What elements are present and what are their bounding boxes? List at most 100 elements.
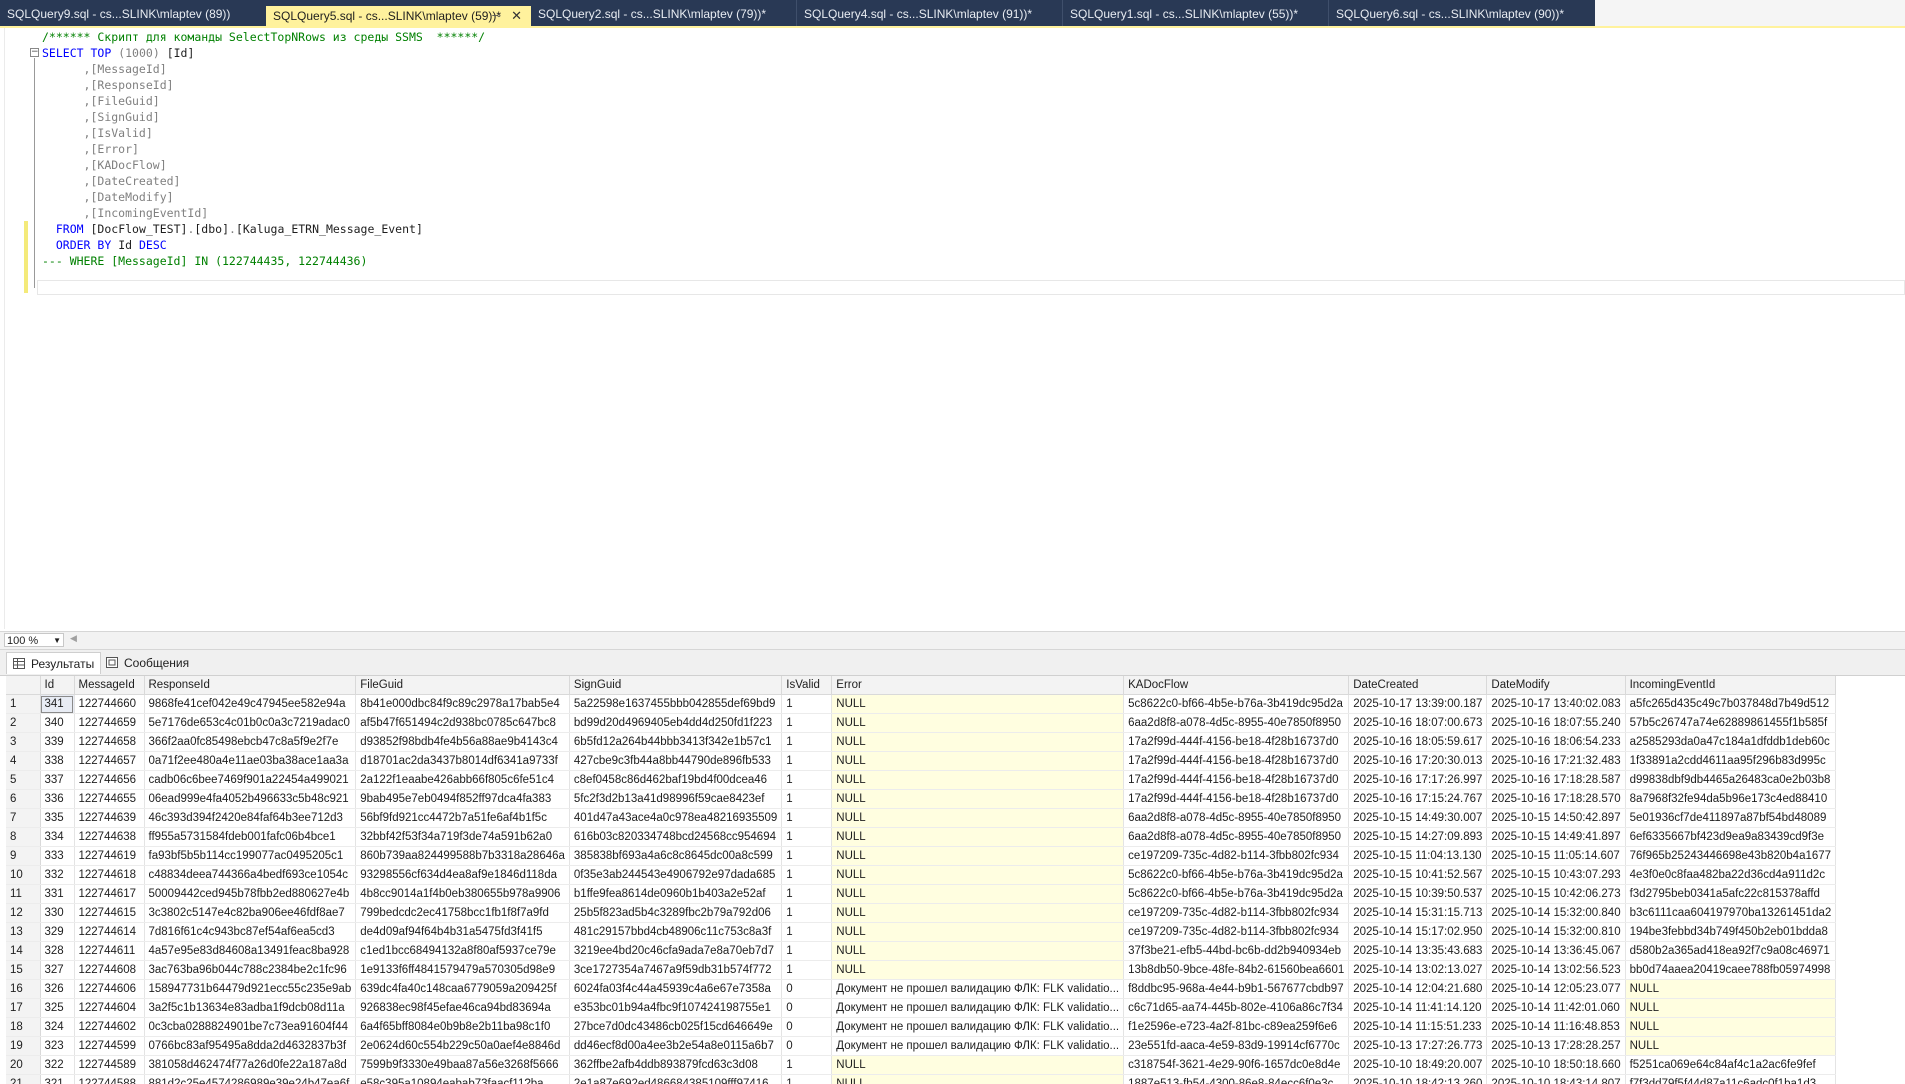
grid-cell-messageid[interactable]: 122744611 xyxy=(74,941,145,961)
grid-cell-datemodify[interactable]: 2025-10-14 11:16:48.853 xyxy=(1486,1017,1626,1037)
row-number[interactable]: 12 xyxy=(6,903,41,923)
grid-cell-isvalid[interactable]: 1 xyxy=(781,789,833,809)
grid-cell-error[interactable]: NULL xyxy=(831,751,1125,771)
grid-cell-id[interactable]: 324 xyxy=(40,1017,75,1037)
grid-cell-datecreated[interactable]: 2025-10-14 11:15:51.233 xyxy=(1348,1017,1488,1037)
grid-cell-messageid[interactable]: 122744617 xyxy=(74,884,145,904)
close-icon[interactable]: ✕ xyxy=(511,6,522,26)
grid-cell-signguid[interactable]: 25b5f823ad5b4c3289fbc2b79a792d06 xyxy=(569,903,783,923)
row-number[interactable]: 3 xyxy=(6,732,41,752)
grid-cell-datemodify[interactable]: 2025-10-15 10:43:07.293 xyxy=(1486,865,1626,885)
grid-cell-error[interactable]: NULL xyxy=(831,808,1125,828)
grid-cell-responseid[interactable]: 0c3cba0288824901be7c73ea91604f44 xyxy=(144,1017,357,1037)
tab-results[interactable]: Результаты xyxy=(6,652,102,674)
grid-cell-id[interactable]: 336 xyxy=(40,789,75,809)
grid-cell-isvalid[interactable]: 1 xyxy=(781,903,833,923)
grid-cell-kadocflow[interactable]: 6aa2d8f8-a078-4d5c-8955-40e7850f8950 xyxy=(1123,713,1350,733)
grid-cell-kadocflow[interactable]: f8ddbc95-968a-4e44-b9b1-567677cbdb97 xyxy=(1123,979,1350,999)
results-grid[interactable]: Id MessageId ResponseId FileGuid SignGuid IsV… xyxy=(6,676,1905,1084)
grid-cell-messageid[interactable]: 122744615 xyxy=(74,903,145,923)
grid-cell-datemodify[interactable]: 2025-10-16 17:21:32.483 xyxy=(1486,751,1626,771)
grid-cell-datecreated[interactable]: 2025-10-14 15:17:02.950 xyxy=(1348,922,1488,942)
grid-cell-signguid[interactable]: dd46ecf8d00a4ee3b2e54a8e0115a6b7 xyxy=(569,1036,783,1056)
grid-cell-fileguid[interactable]: 93298556cf634d4ea8af9e1846d118da xyxy=(355,865,570,885)
grid-cell-signguid[interactable]: 481c29157bbd4cb48906c11c753c8a3f xyxy=(569,922,783,942)
row-number[interactable]: 6 xyxy=(6,789,41,809)
grid-cell-incomingeventid[interactable]: d99838dbf9db4465a26483ca0e2b03b8 xyxy=(1625,770,1837,790)
grid-cell-signguid[interactable]: b1ffe9fea8614de0960b1b403a2e52af xyxy=(569,884,783,904)
grid-cell-id[interactable]: 327 xyxy=(40,960,75,980)
grid-cell-responseid[interactable]: 46c393d394f2420e84faf64b3ee712d3 xyxy=(144,808,357,828)
grid-cell-signguid[interactable]: 385838bf693a4a6c8c8645dc00a8c599 xyxy=(569,846,783,866)
grid-cell-kadocflow[interactable]: 6aa2d8f8-a078-4d5c-8955-40e7850f8950 xyxy=(1123,808,1350,828)
grid-cell-incomingeventid[interactable]: b3c6111caa604197970ba13261451da2 xyxy=(1625,903,1837,923)
grid-cell-fileguid[interactable]: d93852f98bdb4fe4b56a88ae9b4143c4 xyxy=(355,732,570,752)
grid-cell-kadocflow[interactable]: f1e2596e-e723-4a2f-81bc-c89ea259f6e6 xyxy=(1123,1017,1350,1037)
grid-cell-isvalid[interactable]: 0 xyxy=(781,1017,833,1037)
grid-cell-incomingeventid[interactable]: f3d2795beb0341a5afc22c815378affd xyxy=(1625,884,1837,904)
query-editor[interactable]: − /****** Скрипт для команды SelectTopNR… xyxy=(0,28,1905,629)
grid-cell-error[interactable]: NULL xyxy=(831,789,1125,809)
grid-cell-responseid[interactable]: 5e7176de653c4c01b0c0a3c7219adac0 xyxy=(144,713,357,733)
grid-cell-datecreated[interactable]: 2025-10-16 18:07:00.673 xyxy=(1348,713,1488,733)
grid-cell-isvalid[interactable]: 0 xyxy=(781,979,833,999)
grid-cell-incomingeventid[interactable]: d580b2a365ad418ea92f7c9a08c46971 xyxy=(1625,941,1837,961)
grid-cell-responseid[interactable]: 06ead999e4fa4052b496633c5b48c921 xyxy=(144,789,357,809)
grid-cell-isvalid[interactable]: 1 xyxy=(781,865,833,885)
grid-cell-isvalid[interactable]: 1 xyxy=(781,960,833,980)
grid-cell-datecreated[interactable]: 2025-10-16 17:15:24.767 xyxy=(1348,789,1488,809)
grid-cell-signguid[interactable]: e353bc01b94a4fbc9f107424198755e1 xyxy=(569,998,783,1018)
grid-cell-signguid[interactable]: 0f35e3ab244543e4906792e97dada685 xyxy=(569,865,783,885)
grid-cell-error[interactable]: NULL xyxy=(831,694,1125,714)
grid-cell-error[interactable]: NULL xyxy=(831,903,1125,923)
grid-cell-responseid[interactable]: 0766bc83af95495a8dda2d4632837b3f xyxy=(144,1036,357,1056)
grid-cell-isvalid[interactable]: 1 xyxy=(781,770,833,790)
grid-cell-datecreated[interactable]: 2025-10-15 10:41:52.567 xyxy=(1348,865,1488,885)
grid-cell-id[interactable]: 338 xyxy=(40,751,75,771)
row-number[interactable]: 11 xyxy=(6,884,41,904)
grid-cell-datemodify[interactable]: 2025-10-15 10:42:06.273 xyxy=(1486,884,1626,904)
grid-cell-kadocflow[interactable]: ce197209-735c-4d82-b114-3fbb802fc934 xyxy=(1123,922,1350,942)
grid-cell-fileguid[interactable]: 7599b9f3330e49baa87a56e3268f5666 xyxy=(355,1055,570,1075)
row-number[interactable]: 4 xyxy=(6,751,41,771)
grid-cell-incomingeventid[interactable]: 6ef6335667bf423d9ea9a83439cd9f3e xyxy=(1625,827,1837,847)
grid-cell-incomingeventid[interactable]: NULL xyxy=(1625,979,1837,999)
grid-cell-messageid[interactable]: 122744657 xyxy=(74,751,145,771)
grid-cell-responseid[interactable]: 381058d462474f77a26d0fe22a187a8d xyxy=(144,1055,357,1075)
grid-cell-signguid[interactable]: c8ef0458c86d462baf19bd4f00dcea46 xyxy=(569,770,783,790)
grid-cell-fileguid[interactable]: 56bf9fd921cc4472b7a51fe6af4b1f5c xyxy=(355,808,570,828)
grid-cell-isvalid[interactable]: 0 xyxy=(781,998,833,1018)
grid-cell-responseid[interactable]: 3a2f5c1b13634e83adba1f9dcb08d11a xyxy=(144,998,357,1018)
tab-sqlquery9[interactable]: SQLQuery9.sql - cs...SLINK\mlaptev (89)) xyxy=(0,3,268,26)
grid-cell-id[interactable]: 323 xyxy=(40,1036,75,1056)
grid-cell-error[interactable]: NULL xyxy=(831,846,1125,866)
grid-cell-messageid[interactable]: 122744660 xyxy=(74,694,145,714)
grid-cell-datecreated[interactable]: 2025-10-14 15:31:15.713 xyxy=(1348,903,1488,923)
column-header-incomingeventid[interactable]: IncomingEventId xyxy=(1625,676,1837,695)
grid-cell-error[interactable]: NULL xyxy=(831,1074,1125,1084)
grid-cell-signguid[interactable]: 27bce7d0dc43486cb025f15cd646649e xyxy=(569,1017,783,1037)
grid-cell-datemodify[interactable]: 2025-10-16 17:18:28.587 xyxy=(1486,770,1626,790)
grid-cell-kadocflow[interactable]: 17a2f99d-444f-4156-be18-4f28b16737d0 xyxy=(1123,732,1350,752)
grid-cell-messageid[interactable]: 122744589 xyxy=(74,1055,145,1075)
grid-cell-incomingeventid[interactable]: a5fc265d435c49c7b037848d7b49d512 xyxy=(1625,694,1837,714)
grid-cell-fileguid[interactable]: 32bbf42f53f34a719f3de74a591b62a0 xyxy=(355,827,570,847)
grid-cell-isvalid[interactable]: 1 xyxy=(781,827,833,847)
grid-cell-id[interactable]: 340 xyxy=(40,713,75,733)
grid-cell-messageid[interactable]: 122744588 xyxy=(74,1074,145,1084)
grid-cell-incomingeventid[interactable]: NULL xyxy=(1625,998,1837,1018)
grid-cell-datemodify[interactable]: 2025-10-15 11:05:14.607 xyxy=(1486,846,1626,866)
column-header-responseid[interactable]: ResponseId xyxy=(144,676,357,695)
grid-cell-datecreated[interactable]: 2025-10-10 18:42:13.260 xyxy=(1348,1074,1488,1084)
grid-cell-messageid[interactable]: 122744614 xyxy=(74,922,145,942)
grid-cell-id[interactable]: 332 xyxy=(40,865,75,885)
grid-cell-isvalid[interactable]: 1 xyxy=(781,713,833,733)
grid-cell-incomingeventid[interactable]: 1f33891a2cdd4611aa95f296b83d995c xyxy=(1625,751,1837,771)
grid-cell-incomingeventid[interactable]: NULL xyxy=(1625,1036,1837,1056)
zoom-dropdown[interactable]: 100 % ▼ xyxy=(4,633,64,647)
grid-cell-id[interactable]: 335 xyxy=(40,808,75,828)
grid-cell-datecreated[interactable]: 2025-10-10 18:49:20.007 xyxy=(1348,1055,1488,1075)
grid-cell-responseid[interactable]: 0a71f2ee480a4e11ae03ba38ace1aa3a xyxy=(144,751,357,771)
column-header-kadocflow[interactable]: KADocFlow xyxy=(1123,676,1350,695)
grid-cell-kadocflow[interactable]: 17a2f99d-444f-4156-be18-4f28b16737d0 xyxy=(1123,751,1350,771)
